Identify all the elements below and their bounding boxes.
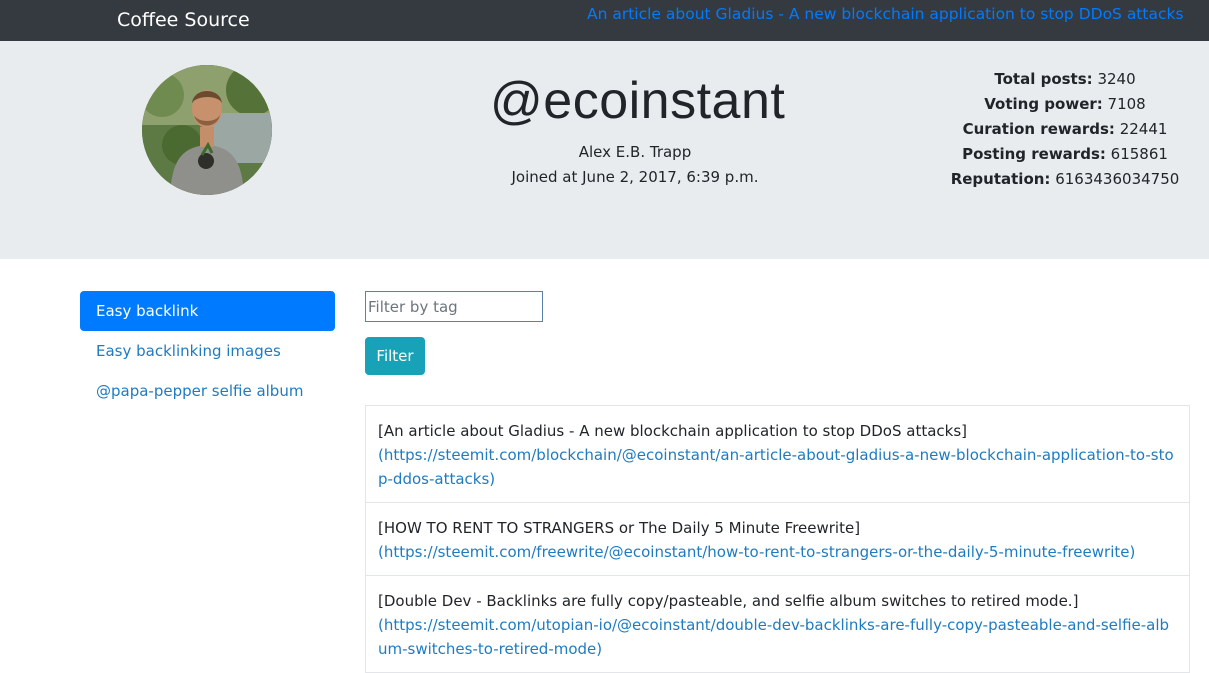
brand-link[interactable]: Coffee Source (117, 9, 250, 31)
profile-stats: Total posts: 3240 Voting power: 7108 Cur… (940, 67, 1190, 192)
post-url-link[interactable]: (https://steemit.com/freewrite/@ecoinsta… (378, 543, 1135, 561)
navbar: Coffee Source An article about Gladius -… (0, 0, 1209, 41)
list-item: [An article about Gladius - A new blockc… (366, 406, 1189, 503)
post-title: [Double Dev - Backlinks are fully copy/p… (378, 592, 1079, 610)
sidebar-item-easy-backlink[interactable]: Easy backlink (80, 291, 335, 331)
post-url-link[interactable]: (https://steemit.com/blockchain/@ecoinst… (378, 446, 1174, 488)
username-heading: @ecoinstant (490, 72, 786, 130)
post-title: [An article about Gladius - A new blockc… (378, 422, 967, 440)
backlink-list: [An article about Gladius - A new blockc… (365, 405, 1190, 673)
stat-reputation: Reputation: 6163436034750 (950, 170, 1180, 188)
list-item: [Double Dev - Backlinks are fully copy/p… (366, 576, 1189, 673)
sidebar: Easy backlink Easy backlinking images @p… (80, 291, 335, 411)
avatar (142, 65, 272, 195)
profile-name: Alex E.B. Trapp (578, 143, 692, 161)
stat-curation-rewards: Curation rewards: 22441 (962, 120, 1168, 138)
profile-header: @ecoinstant Alex E.B. Trapp Joined at Ju… (0, 41, 1209, 259)
featured-article-link[interactable]: An article about Gladius - A new blockch… (587, 5, 1184, 23)
stat-total-posts: Total posts: 3240 (994, 70, 1136, 88)
avatar-photo-icon (142, 65, 272, 195)
username-container: @ecoinstant (490, 71, 785, 131)
filter-tag-input[interactable] (365, 291, 543, 322)
post-title: [HOW TO RENT TO STRANGERS or The Daily 5… (378, 519, 861, 537)
sidebar-item-selfie-album[interactable]: @papa-pepper selfie album (80, 371, 335, 411)
list-item: [HOW TO RENT TO STRANGERS or The Daily 5… (366, 503, 1189, 576)
sidebar-item-easy-backlinking-images[interactable]: Easy backlinking images (80, 331, 335, 371)
stat-posting-rewards: Posting rewards: 615861 (962, 145, 1168, 163)
stat-voting-power: Voting power: 7108 (984, 95, 1146, 113)
post-url-link[interactable]: (https://steemit.com/utopian-io/@ecoinst… (378, 616, 1169, 658)
profile-joined: Joined at June 2, 2017, 6:39 p.m. (511, 168, 759, 186)
filter-button[interactable]: Filter (365, 337, 425, 375)
